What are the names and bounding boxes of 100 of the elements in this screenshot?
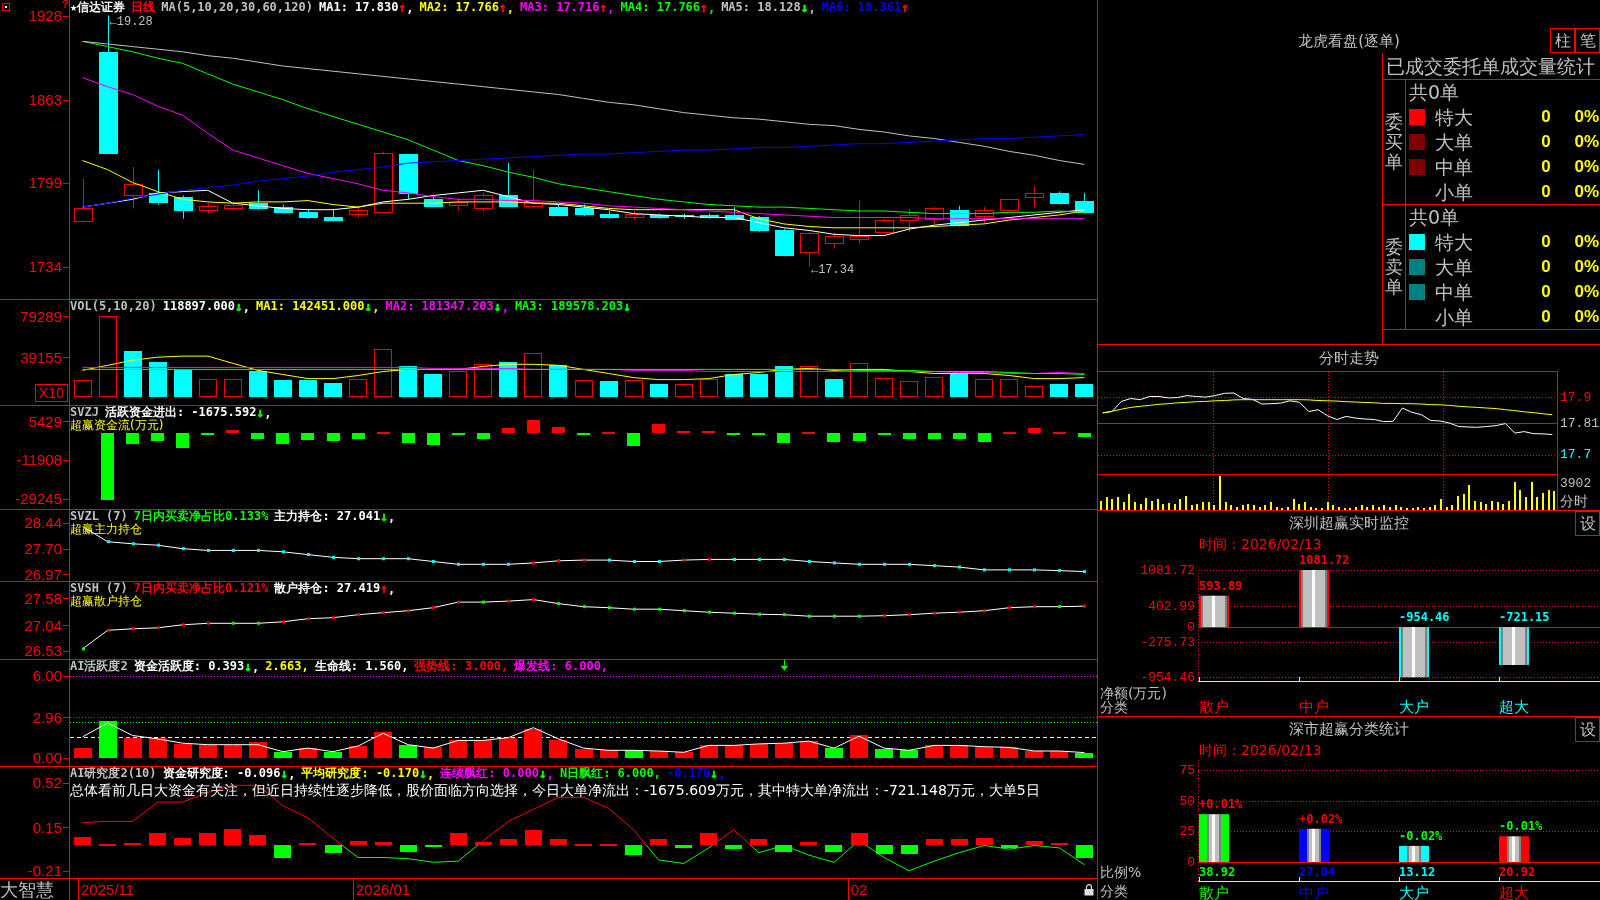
order-count: 0 <box>1540 306 1552 327</box>
trend-arrow: ↓, <box>419 767 435 780</box>
indicator-legend: 7日内买卖净占比0.133% <box>133 510 269 523</box>
axis-label: 75 <box>1179 763 1195 778</box>
table-title: 已成交委托单成交量统计 <box>1383 53 1600 80</box>
axis-label: 0 <box>1187 620 1195 635</box>
indicator-legend: 2.663, <box>265 660 309 673</box>
indicator-legend: AI活跃度2 <box>70 660 128 673</box>
trend-arrow: ↑, <box>599 1 615 14</box>
date-label: 02 <box>850 880 868 898</box>
axis-title: 分类 <box>1100 883 1128 899</box>
axis-label: -954.46 <box>1140 670 1195 685</box>
price-annotation: ←17.34 <box>810 262 855 277</box>
indicator-legend: AI研究度2(10) <box>70 767 157 780</box>
category-label: 超大 <box>1499 884 1529 900</box>
axis-label: 17.81 <box>1560 415 1599 431</box>
axis-title: 比例% <box>1100 864 1142 880</box>
axis-label: 25 <box>1179 824 1195 839</box>
axis-label: 0.52 <box>32 774 62 792</box>
panel-title: 深市超赢分类统计 <box>1289 719 1409 740</box>
indicator-legend: MA5: 18.128 <box>721 1 801 14</box>
indicator-label: 超赢散户持仓 <box>70 595 142 608</box>
axis-label: 0.15 <box>32 818 62 836</box>
axis-label: -11908 <box>16 451 62 469</box>
trend-arrow: ↓, <box>244 660 260 673</box>
indicator-legend: 7日内买卖净占比0.121% <box>133 582 269 595</box>
trend-arrow: ↑, <box>398 1 414 14</box>
order-share: 0% <box>1574 306 1600 327</box>
change-label: +0.01% <box>1199 797 1243 812</box>
order-count: 0 <box>1540 132 1552 152</box>
indicator-legend: ★信达证券 <box>70 1 126 14</box>
section-label: 委卖单 <box>1385 237 1403 297</box>
axis-label: 79289 <box>20 307 62 325</box>
panel-title: 深圳超赢实时监控 <box>1289 513 1409 534</box>
order-share: 0% <box>1574 156 1600 177</box>
trend-arrow: ↓, <box>493 300 509 313</box>
indicator-legend: 爆发线: 6.000, <box>514 660 609 673</box>
timestamp: 时间：2026/02/13 <box>1198 742 1322 758</box>
value-label: -721.15 <box>1499 610 1550 624</box>
axis-label: 402.99 <box>1148 599 1195 614</box>
indicator-legend: MA3: 189578.203 <box>514 300 624 313</box>
indicator-legend: MA2: 17.766 <box>419 1 499 14</box>
indicator-legend: SVZL (7) <box>70 510 128 523</box>
trend-arrow: ↓ <box>623 300 632 313</box>
section-label: 委买单 <box>1385 112 1403 172</box>
trend-arrow: ↓, <box>256 406 272 419</box>
indicator-legend: VOL(5,10,20) <box>70 300 157 313</box>
trend-arrow: ↓, <box>234 300 250 313</box>
order-size-label: 大单 <box>1435 256 1474 278</box>
order-share: 0% <box>1574 181 1600 202</box>
axis-label: -0.21 <box>27 862 62 880</box>
axis-label: 1081.72 <box>1140 563 1195 578</box>
indicator-legend: -0.170 <box>666 767 711 780</box>
order-share: 0% <box>1574 232 1600 253</box>
indicator-legend: N日飘红: 6.000, <box>559 767 661 780</box>
order-share: 0% <box>1574 257 1600 277</box>
axis-label: 27.70 <box>24 540 62 558</box>
order-size-label: 大单 <box>1435 131 1474 153</box>
value-label: 13.12 <box>1399 865 1436 879</box>
axis-title: 净额(万元) <box>1100 685 1167 701</box>
category-label: 大户 <box>1399 884 1429 900</box>
scale-label: 3902 <box>1560 475 1592 491</box>
indicator-legend: 生命线: 1.560, <box>314 660 409 673</box>
axis-label: 2.96 <box>32 709 62 726</box>
indicator-legend: MA1: 17.830 <box>318 1 399 14</box>
axis-label: 1863 <box>28 91 62 109</box>
change-label: -0.01% <box>1499 819 1543 834</box>
order-size-label: 特大 <box>1435 231 1474 254</box>
order-count: 0 <box>1540 281 1552 302</box>
order-count: 0 <box>1540 257 1552 277</box>
indicator-legend: 主力持仓: 27.041 <box>274 510 381 523</box>
indicator-legend: 活跃资金进出: -1675.592 <box>104 406 257 419</box>
indicator-legend: 日线 <box>131 1 156 14</box>
axis-label: -29245 <box>15 490 62 507</box>
order-size-label: 小单 <box>1435 180 1474 203</box>
indicator-legend: 连续飘红: 0.000 <box>440 767 539 780</box>
axis-label: 27.04 <box>24 616 62 634</box>
value-label: 20.92 <box>1499 865 1536 879</box>
axis-label: 17.7 <box>1560 447 1592 463</box>
axis-label: 26.53 <box>24 642 62 659</box>
order-count: 0 <box>1540 232 1552 253</box>
value-label: -954.46 <box>1399 610 1450 624</box>
category-label: 散户 <box>1199 698 1229 716</box>
order-total: 共0单 <box>1408 80 1461 105</box>
trend-arrow: ↓, <box>800 1 816 14</box>
value-label: 1081.72 <box>1299 553 1350 567</box>
trend-arrow: ↑ <box>901 1 909 14</box>
axis-label: 39155 <box>20 348 62 366</box>
axis-label: 50 <box>1179 794 1195 809</box>
trend-arrow: ↓, <box>380 510 396 523</box>
order-share: 0% <box>1574 132 1600 152</box>
axis-label: 17.9 <box>1560 389 1592 405</box>
change-label: +0.02% <box>1299 811 1343 826</box>
axis-label: 26.97 <box>24 565 62 581</box>
trend-arrow: ↓, <box>364 300 380 313</box>
indicator-legend: 平均研究度: -0.170 <box>301 767 420 780</box>
category-label: 中户 <box>1299 698 1329 716</box>
indicator-legend: MA3: 17.716 <box>520 1 600 14</box>
brand-label: 大智慧 <box>0 879 55 900</box>
indicator-legend: 118897.000 <box>162 300 235 313</box>
